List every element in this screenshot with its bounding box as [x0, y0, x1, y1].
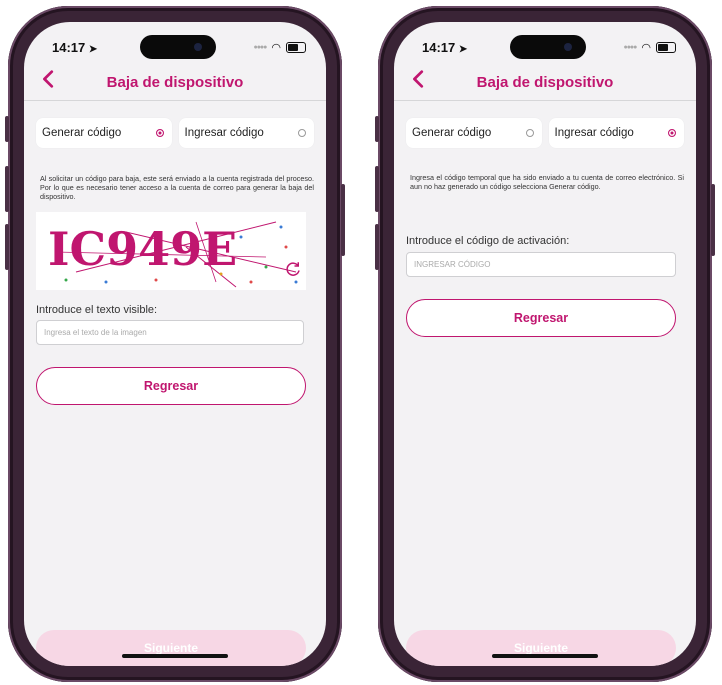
- captcha-image: IC949E: [36, 212, 306, 290]
- page-title: Baja de dispositivo: [476, 74, 614, 91]
- siguiente-button[interactable]: Siguiente: [36, 630, 306, 666]
- status-icons: ●●●● ◠: [623, 41, 676, 54]
- option-generate-code[interactable]: Generar código: [406, 118, 542, 148]
- power-button: [341, 184, 345, 256]
- radio-selected-icon[interactable]: [668, 129, 676, 137]
- captcha-field-label: Introduce el texto visible:: [36, 304, 158, 316]
- radio-unselected-icon[interactable]: [525, 129, 534, 137]
- signal-icon: ●●●●: [253, 44, 267, 51]
- power-button: [711, 184, 715, 256]
- dynamic-island: [510, 35, 586, 59]
- volume-down-button: [375, 224, 379, 270]
- screen-enter-code: 14:17 ➤ ●●●● ◠ Baja de dispositivo Gener…: [394, 22, 696, 666]
- volume-up-button: [5, 166, 9, 212]
- page-title: Baja de dispositivo: [106, 74, 244, 91]
- captcha-text: IC949E: [48, 222, 238, 276]
- phone-frame-enter: 14:17 ➤ ●●●● ◠ Baja de dispositivo Gener…: [375, 6, 715, 682]
- status-bar: 14:17 ➤ ●●●● ◠: [24, 22, 326, 66]
- activation-field-label: Introduce el código de activación:: [406, 235, 570, 247]
- screen-generate-code: 14:17 ➤ ●●●● ◠ Baja de dispositivo Gener…: [24, 22, 326, 666]
- option-label: Generar código: [42, 127, 122, 139]
- navigation-bar: Baja de dispositivo: [394, 66, 696, 101]
- status-bar: 14:17 ➤ ●●●● ◠: [394, 22, 696, 66]
- location-icon: ➤: [458, 44, 468, 55]
- battery-icon: [286, 42, 306, 53]
- status-icons: ●●●● ◠: [253, 41, 306, 54]
- option-generate-code[interactable]: Generar código: [36, 118, 172, 148]
- navigation-bar: Baja de dispositivo: [24, 66, 326, 101]
- option-enter-code[interactable]: Ingresar código: [548, 118, 684, 148]
- signal-icon: ●●●●: [623, 44, 637, 51]
- camera-icon: [194, 43, 202, 51]
- phone-frame-generate: 14:17 ➤ ●●●● ◠ Baja de dispositivo Gener…: [5, 6, 345, 682]
- code-mode-selector: Generar código Ingresar código: [36, 118, 314, 148]
- location-icon: ➤: [88, 44, 98, 55]
- info-text: Al solicitar un código para baja, este s…: [40, 174, 314, 201]
- option-label: Ingresar código: [184, 127, 264, 139]
- battery-icon: [656, 42, 676, 53]
- siguiente-button[interactable]: Siguiente: [406, 630, 676, 666]
- regresar-button[interactable]: Regresar: [36, 367, 306, 405]
- home-indicator[interactable]: [122, 654, 228, 658]
- captcha-input[interactable]: Ingresa el texto de la imagen: [36, 320, 304, 345]
- wifi-icon: ◠: [641, 42, 651, 54]
- status-time: 14:17 ➤: [422, 40, 468, 55]
- radio-selected-icon[interactable]: [155, 129, 164, 137]
- radio-unselected-icon[interactable]: [298, 129, 306, 137]
- code-mode-selector: Generar código Ingresar código: [406, 118, 684, 148]
- status-time: 14:17 ➤: [52, 40, 98, 55]
- volume-down-button: [5, 224, 9, 270]
- activation-code-input[interactable]: INGRESAR CÓDIGO: [406, 252, 676, 277]
- regresar-button[interactable]: Regresar: [406, 299, 676, 337]
- mute-switch: [375, 116, 379, 142]
- option-label: Generar código: [412, 127, 492, 139]
- info-text: Ingresa el código temporal que ha sido e…: [410, 173, 684, 191]
- wifi-icon: ◠: [271, 42, 281, 54]
- home-indicator[interactable]: [492, 654, 598, 658]
- option-enter-code[interactable]: Ingresar código: [178, 118, 314, 148]
- dynamic-island: [140, 35, 216, 59]
- camera-icon: [564, 43, 572, 51]
- option-label: Ingresar código: [554, 127, 634, 139]
- volume-up-button: [375, 166, 379, 212]
- refresh-icon[interactable]: [284, 260, 302, 278]
- mute-switch: [5, 116, 9, 142]
